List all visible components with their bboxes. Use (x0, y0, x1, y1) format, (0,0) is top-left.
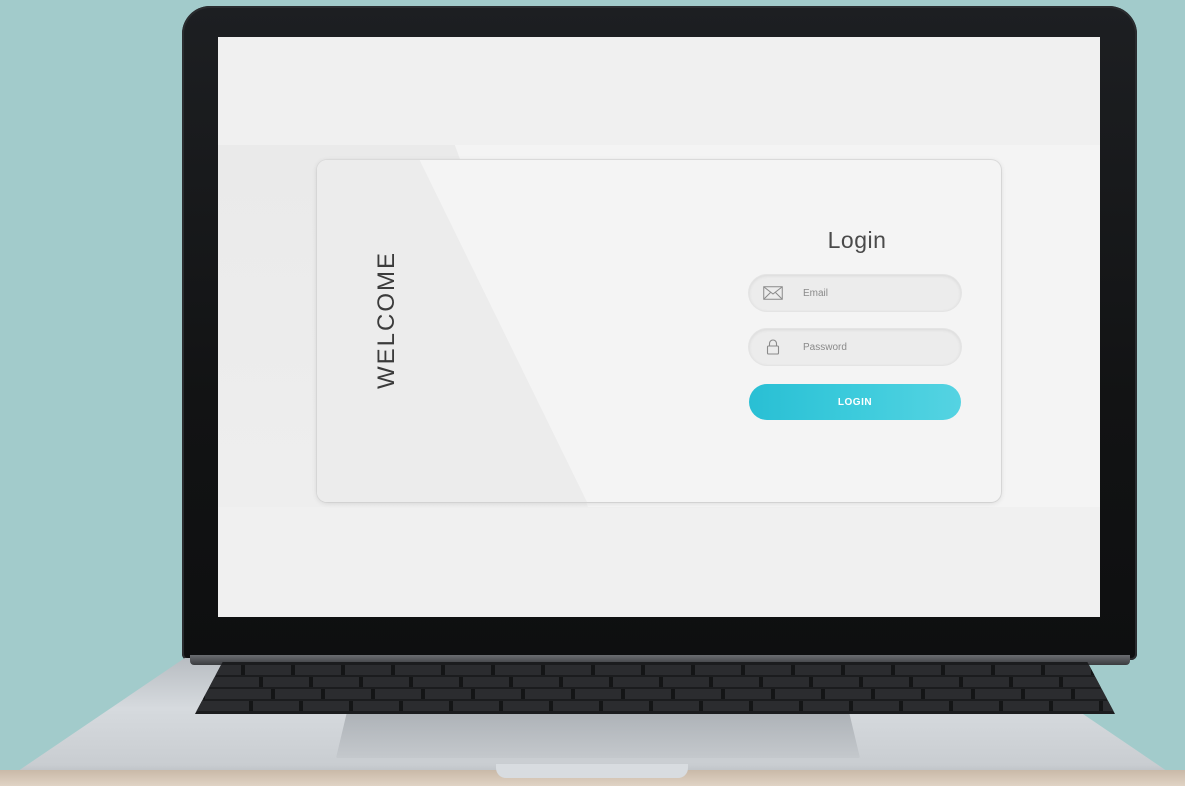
login-card: WELCOME Login Email LOGIN (317, 160, 1001, 502)
keyboard-row (195, 665, 1115, 675)
keyboard-row (195, 701, 1115, 711)
keyboard-row (195, 677, 1115, 687)
lock-icon (761, 335, 785, 359)
laptop-screen: WELCOME Login Email LOGIN (218, 37, 1100, 617)
login-button[interactable]: LOGIN (749, 384, 961, 420)
laptop-keyboard (195, 662, 1115, 714)
laptop-lid: WELCOME Login Email LOGIN (182, 6, 1137, 660)
laptop-trackpad (336, 714, 860, 758)
laptop-opening-notch (496, 764, 688, 778)
envelope-icon (761, 281, 785, 305)
card-diagonal-panel (317, 160, 587, 502)
photo-scene: WELCOME Login Email LOGIN (0, 0, 1185, 786)
keyboard-row (195, 689, 1115, 699)
password-field[interactable] (749, 329, 961, 365)
email-input[interactable] (801, 286, 955, 300)
email-field[interactable] (749, 275, 961, 311)
welcome-label: WELCOME (373, 250, 400, 389)
login-title: Login (827, 227, 887, 253)
password-input[interactable] (801, 340, 955, 354)
